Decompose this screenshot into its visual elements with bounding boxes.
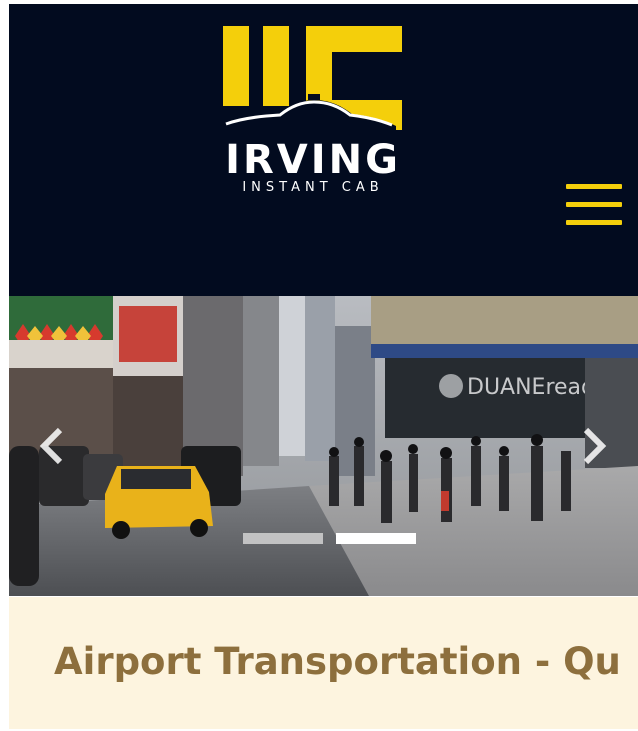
page-title: Airport Transportation - Qu [54,640,621,683]
slider-pagination [243,533,418,545]
slider-dot-1[interactable] [243,533,323,544]
logo-mark-icon [220,26,402,132]
page-title-band: Airport Transportation - Qu [9,597,638,729]
slider-dot-2-active[interactable] [336,533,416,544]
hamburger-menu-icon[interactable] [566,184,622,226]
brand-logo[interactable]: IRVING INSTANT CAB [218,22,408,207]
hero-slider[interactable]: DUANEreade [9,296,638,596]
site-header: IRVING INSTANT CAB [9,4,638,296]
city-street-image: DUANEreade [9,296,638,596]
logo-wordmark: IRVING [225,137,401,183]
chevron-right-icon [583,427,607,465]
chevron-left-icon [39,427,63,465]
page-frame: IRVING INSTANT CAB DUANEreade Airport Tr… [0,0,638,731]
slider-prev-button[interactable] [36,426,68,466]
logo-tagline: INSTANT CAB [242,180,384,195]
slider-next-button[interactable] [578,426,610,466]
